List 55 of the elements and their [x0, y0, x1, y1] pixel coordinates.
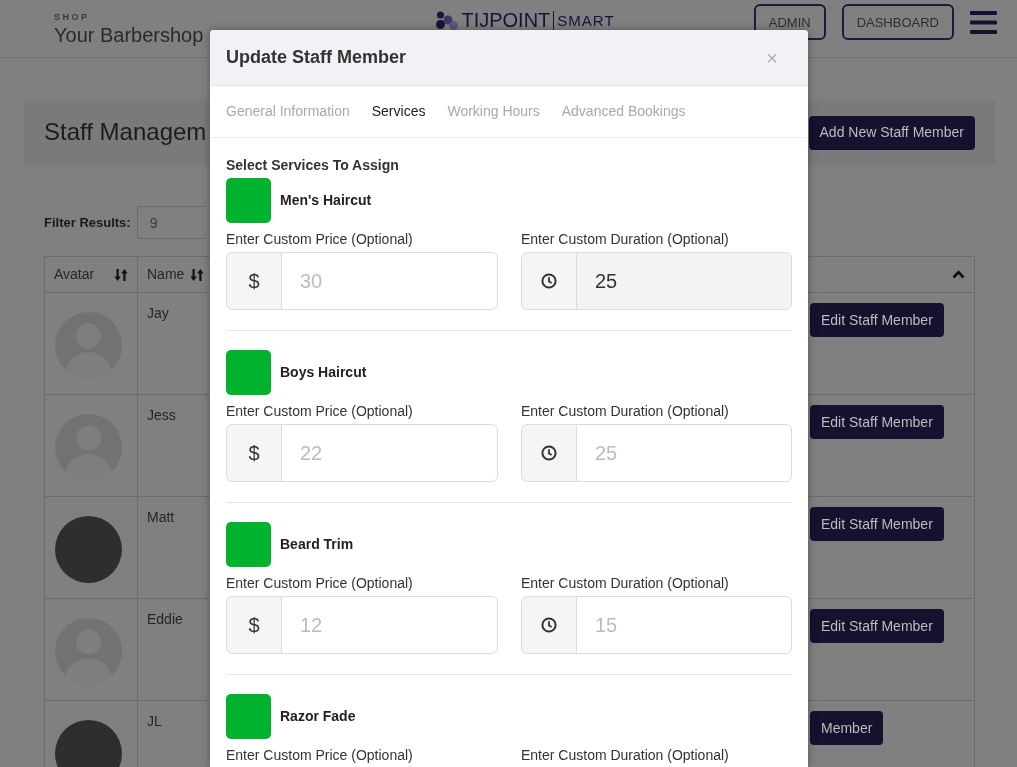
- tab[interactable]: Services: [371, 101, 426, 122]
- shop-name: Your Barbershop: [54, 23, 205, 46]
- service-name: Razor Fade: [280, 707, 356, 726]
- clock-icon: [541, 445, 557, 461]
- field-label: Enter Custom Duration (Optional): [521, 403, 730, 419]
- service-toggle[interactable]: [226, 350, 271, 395]
- staff-name: Jay: [147, 305, 169, 321]
- sort-icon[interactable]: [190, 267, 205, 282]
- price-input[interactable]: 30: [281, 252, 498, 310]
- staff-name: Matt: [147, 509, 175, 525]
- column-header: Avatar: [54, 265, 95, 284]
- currency-addon: $: [226, 424, 282, 482]
- photo-placeholder: [55, 720, 122, 767]
- chevron-up-icon[interactable]: [952, 270, 965, 279]
- currency-addon: $: [226, 596, 282, 654]
- shop-label: SHOP: [54, 11, 91, 22]
- duration-input[interactable]: 15: [576, 596, 792, 654]
- edit-button[interactable]: Member: [810, 711, 884, 745]
- field-label: Enter Custom Price (Optional): [226, 231, 414, 247]
- clock-icon: [541, 273, 557, 289]
- currency-addon: $: [226, 252, 282, 310]
- page-title: Staff Managem: [44, 118, 207, 147]
- field-label: Enter Custom Price (Optional): [226, 575, 414, 591]
- sort-icon[interactable]: [114, 267, 128, 282]
- logo-icon: [436, 11, 459, 30]
- menu-icon[interactable]: [970, 10, 997, 34]
- section-label: Select Services To Assign: [226, 156, 400, 175]
- field-label: Enter Custom Duration (Optional): [521, 575, 730, 591]
- clock-icon: [541, 617, 557, 633]
- duration-input[interactable]: 25: [576, 252, 792, 310]
- filter-label: Filter Results:: [44, 213, 131, 232]
- price-input[interactable]: 12: [281, 596, 498, 654]
- brand-name: TIJPOINT: [461, 11, 551, 30]
- staff-name: Jess: [147, 407, 176, 423]
- field-label: Enter Custom Price (Optional): [226, 747, 414, 763]
- price-input[interactable]: 22: [281, 424, 498, 482]
- service-name: Men's Haircut: [280, 191, 372, 210]
- add-staff-button[interactable]: Add New Staff Member: [808, 115, 975, 150]
- edit-button[interactable]: Edit Staff Member: [810, 303, 944, 337]
- staff-name: JL: [147, 713, 162, 729]
- service-name: Boys Haircut: [280, 363, 367, 382]
- edit-button[interactable]: Edit Staff Member: [810, 405, 944, 439]
- staff-name: Eddie: [147, 611, 183, 627]
- edit-button[interactable]: Edit Staff Member: [810, 609, 944, 643]
- field-label: Enter Custom Duration (Optional): [521, 231, 730, 247]
- service-name: Beard Trim: [280, 535, 354, 554]
- edit-button[interactable]: Edit Staff Member: [810, 507, 944, 541]
- field-label: Enter Custom Duration (Optional): [521, 747, 730, 763]
- field-label: Enter Custom Price (Optional): [226, 403, 414, 419]
- column-header: Name: [147, 265, 185, 284]
- service-toggle[interactable]: [226, 522, 271, 567]
- duration-input[interactable]: 25: [576, 424, 792, 482]
- modal-title: Update Staff Member: [226, 46, 407, 69]
- service-toggle[interactable]: [226, 178, 271, 223]
- service-toggle[interactable]: [226, 694, 271, 739]
